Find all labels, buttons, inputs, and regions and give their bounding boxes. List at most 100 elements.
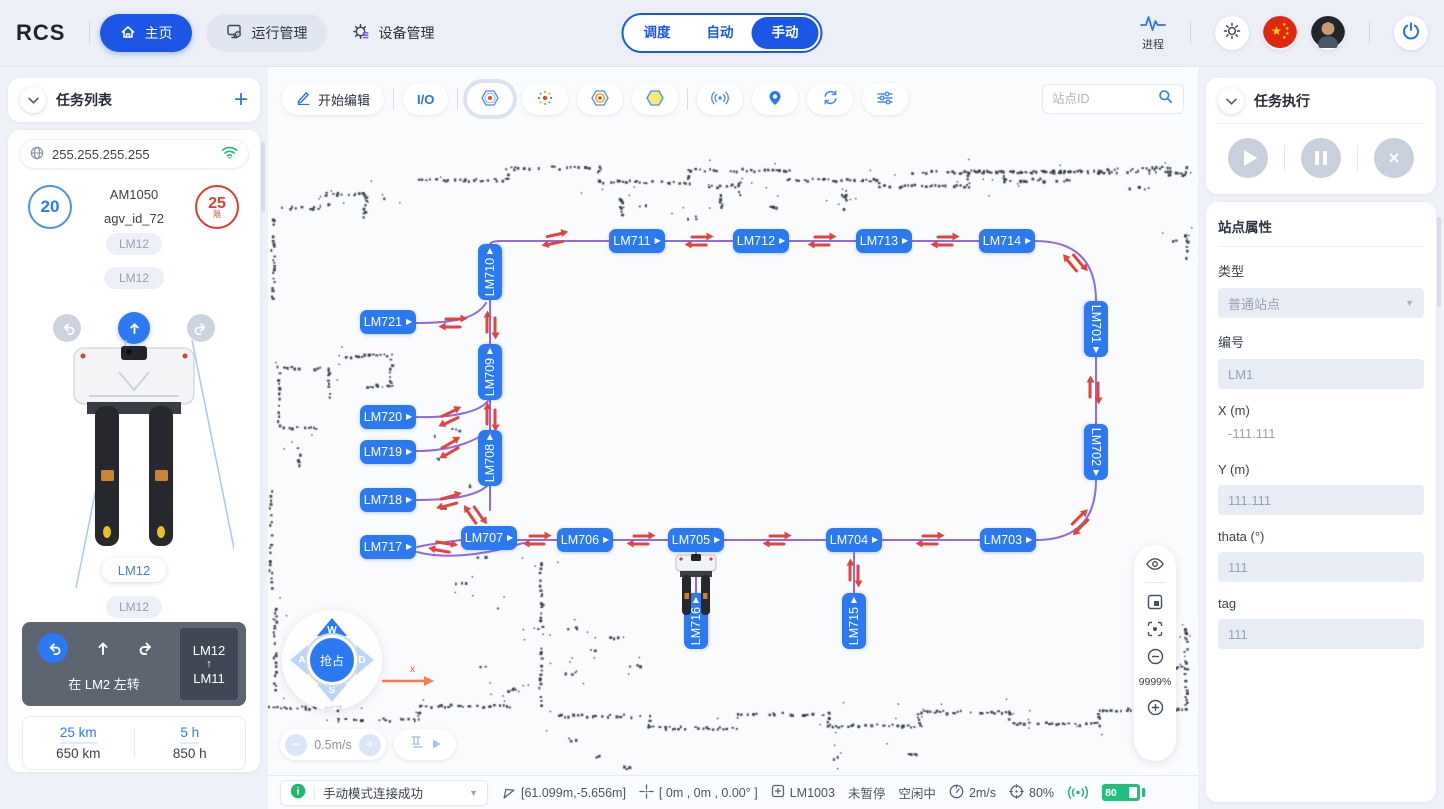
station-LM720[interactable]: LM720▶ [360,405,416,429]
joystick-left-key[interactable]: A [290,645,308,675]
filter-button[interactable] [862,83,908,115]
hexagon-ring-icon [591,89,609,110]
user-avatar[interactable] [1311,16,1345,50]
station-play-icon: ▶ [406,413,412,421]
station-LM707[interactable]: LM707▶ [461,526,517,550]
nav-item-operations[interactable]: 运行管理 [206,14,327,52]
station-LM721[interactable]: LM721▶ [360,310,416,334]
io-button[interactable]: I/O [403,83,448,115]
station-LM711[interactable]: LM711▶ [609,229,665,253]
station-LM715[interactable]: LM715▶ [842,593,866,649]
status-message-select[interactable]: i 手动模式连接成功 ▼ [280,780,488,806]
process-button[interactable]: 进程 [1140,14,1166,52]
zoom-out-button[interactable] [1147,648,1164,665]
theme-toggle-button[interactable] [1215,16,1249,50]
station-search-input[interactable] [1052,92,1152,106]
x-label: X (m) [1218,403,1424,418]
station-LM714[interactable]: LM714▶ [979,229,1035,253]
chevron-down-icon: ▼ [469,788,478,798]
visibility-button[interactable] [1146,557,1164,571]
station-LM709[interactable]: LM709▶ [478,344,502,400]
lane-direction-arrows [849,565,860,582]
station-LM703[interactable]: LM703▶ [980,528,1036,552]
layer-stations-button[interactable] [467,83,513,115]
speed-minus-button[interactable]: − [285,734,307,756]
right-scrollbar[interactable] [1437,217,1441,307]
task-list-title: 任务列表 [56,90,112,110]
nav-item-devices[interactable]: 设备管理 [333,14,454,52]
straight-indicator[interactable] [88,633,118,663]
manual-speed-control: − 0.5m/s + [280,729,386,760]
station-LM701[interactable]: LM701▶ [1084,301,1108,357]
type-select[interactable]: 普通站点 ▼ [1218,288,1424,318]
station-LM710[interactable]: LM710▶ [478,244,502,300]
joystick-forward-key[interactable]: W [317,618,347,636]
collapse-button[interactable] [1218,88,1244,114]
tag-input[interactable]: 111 [1218,619,1424,649]
station-LM708[interactable]: LM708▶ [478,430,502,486]
refresh-button[interactable] [807,83,853,115]
power-button[interactable] [1394,16,1428,50]
station-label: LM701 [1089,305,1103,343]
vehicle-ip-field[interactable]: 255.255.255.255 [20,140,248,168]
station-play-icon: ▶ [655,237,661,245]
locate-button[interactable] [752,83,798,115]
center-focus-button[interactable] [1147,621,1163,637]
station-LM705[interactable]: LM705▶ [668,528,724,552]
turn-right-indicator[interactable] [132,633,162,663]
station-LM717[interactable]: LM717▶ [360,535,416,559]
left-scrollbar[interactable] [261,142,265,212]
go-straight-button[interactable] [118,312,150,344]
station-LM706[interactable]: LM706▶ [557,528,613,552]
add-task-button[interactable]: + [234,88,248,112]
station-LM704[interactable]: LM704▶ [826,528,882,552]
collapse-button[interactable] [20,87,46,113]
fork-action-button[interactable] [394,729,456,760]
seize-control-button[interactable]: 抢占 [307,635,357,685]
map-canvas[interactable]: LM710▶LM711▶LM712▶LM713▶LM714▶LM701▶LM70… [268,67,1198,775]
mode-dispatch[interactable]: 调度 [626,17,689,49]
theta-input[interactable]: 111 [1218,552,1424,582]
laser-points-icon [536,89,554,110]
joystick-right-key[interactable]: D [356,645,374,675]
zoom-in-button[interactable] [1147,699,1164,716]
task-cancel-button[interactable]: × [1374,138,1414,178]
mode-manual[interactable]: 手动 [752,17,819,49]
task-start-button[interactable] [1228,138,1268,178]
lane-direction-arrows [937,236,954,247]
language-button[interactable]: ★★★★★ [1263,16,1297,50]
pause-state: 未暂停 [848,783,886,802]
task-pause-button[interactable] [1301,138,1341,178]
app-logo: RCS [16,20,65,46]
y-input[interactable]: 111.111 [1218,485,1424,515]
code-input[interactable]: LM1 [1218,359,1424,389]
station-label: LM718 [364,493,402,507]
speed-plus-button[interactable]: + [359,734,381,756]
relocate-button[interactable] [697,83,743,115]
station-LM712[interactable]: LM712▶ [733,229,789,253]
search-icon[interactable] [1158,89,1173,109]
start-edit-button[interactable]: 开始编辑 [282,83,384,115]
station-LM702[interactable]: LM702▶ [1084,424,1108,480]
layer-area-button[interactable] [632,83,678,115]
speed-status: 2m/s [949,784,996,802]
agv-robot[interactable] [672,553,720,617]
joystick-back-key[interactable]: S [317,684,347,702]
cursor-icon [501,784,516,802]
layer-laser-button[interactable] [522,83,568,115]
nav-item-label: 运行管理 [251,23,307,43]
layer-rings-button[interactable] [577,83,623,115]
station-LM713[interactable]: LM713▶ [856,229,912,253]
station-properties-card: 站点属性 类型 普通站点 ▼ 编号 LM1 X (m) -111.111 Y (… [1206,202,1436,802]
current-station-value: LM1003 [790,786,835,800]
manual-joystick: W A D S 抢占 [282,610,382,710]
turn-left-button[interactable] [53,314,81,342]
turn-left-indicator[interactable] [38,633,68,663]
station-LM719[interactable]: LM719▶ [360,440,416,464]
station-label: LM713 [860,234,898,248]
minimap-button[interactable] [1147,594,1163,610]
station-LM718[interactable]: LM718▶ [360,488,416,512]
mode-auto[interactable]: 自动 [689,17,752,49]
nav-item-home[interactable]: 主页 [100,14,192,52]
turn-right-button[interactable] [187,314,215,342]
